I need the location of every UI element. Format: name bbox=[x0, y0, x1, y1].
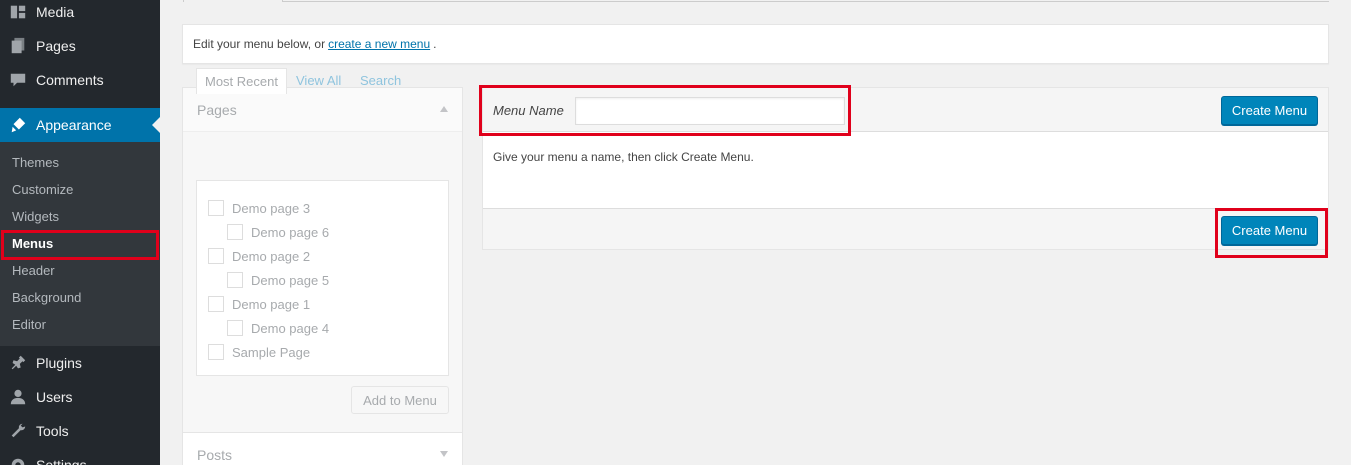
checkbox[interactable] bbox=[208, 296, 224, 312]
checkbox[interactable] bbox=[208, 200, 224, 216]
expand-arrow-icon[interactable] bbox=[440, 451, 448, 457]
menu-instructions: Give your menu a name, then click Create… bbox=[493, 150, 754, 164]
menu-editor-footer: Create Menu bbox=[483, 208, 1328, 249]
nav-tab-wrapper bbox=[183, 0, 1329, 2]
checkbox[interactable] bbox=[227, 272, 243, 288]
settings-icon bbox=[0, 456, 36, 465]
submenu-item-themes[interactable]: Themes bbox=[12, 153, 59, 173]
sidebar-item-media[interactable]: Media bbox=[0, 0, 160, 29]
manage-menus-notice: Edit your menu below, or create a new me… bbox=[182, 24, 1329, 64]
menu-editor: Menu Name Create Menu Give your menu a n… bbox=[482, 87, 1329, 250]
comments-icon bbox=[0, 71, 36, 89]
checkbox[interactable] bbox=[208, 248, 224, 264]
tab-view-all[interactable]: View All bbox=[296, 68, 341, 94]
nav-tab-edit[interactable] bbox=[183, 0, 283, 2]
submenu-item-editor[interactable]: Editor bbox=[12, 315, 46, 335]
media-icon bbox=[0, 3, 36, 21]
list-item[interactable]: Demo page 5 bbox=[227, 271, 329, 289]
notice-text-end: . bbox=[433, 37, 437, 51]
checkbox[interactable] bbox=[227, 320, 243, 336]
tools-icon bbox=[0, 422, 36, 440]
create-menu-button-top[interactable]: Create Menu bbox=[1221, 96, 1318, 125]
plugins-icon bbox=[0, 354, 36, 372]
submenu-item-header[interactable]: Header bbox=[12, 261, 55, 281]
list-item[interactable]: Demo page 3 bbox=[208, 199, 310, 217]
posts-metabox-title: Posts bbox=[197, 447, 233, 463]
create-menu-button-bottom[interactable]: Create Menu bbox=[1221, 216, 1318, 245]
notice-text: Edit your menu below, or bbox=[193, 37, 326, 51]
menu-editor-header: Menu Name Create Menu bbox=[483, 88, 1328, 132]
list-item[interactable]: Demo page 6 bbox=[227, 223, 329, 241]
tab-most-recent[interactable]: Most Recent bbox=[196, 68, 287, 94]
list-item[interactable]: Demo page 2 bbox=[208, 247, 310, 265]
menu-name-label: Menu Name bbox=[493, 103, 564, 118]
list-item[interactable]: Demo page 4 bbox=[227, 319, 329, 337]
submenu-item-customize[interactable]: Customize bbox=[12, 180, 73, 200]
pages-metabox-title: Pages bbox=[197, 102, 237, 118]
add-to-menu-button[interactable]: Add to Menu bbox=[351, 386, 449, 414]
admin-sidebar: Media Pages Comments Appearance Themes C… bbox=[0, 0, 160, 465]
collapse-arrow-icon[interactable] bbox=[440, 106, 448, 112]
sidebar-item-pages[interactable]: Pages bbox=[0, 29, 160, 63]
users-icon bbox=[0, 388, 36, 406]
submenu-item-widgets[interactable]: Widgets bbox=[12, 207, 59, 227]
checkbox[interactable] bbox=[208, 344, 224, 360]
appearance-icon bbox=[0, 116, 36, 134]
menu-editor-body: Give your menu a name, then click Create… bbox=[483, 132, 1328, 208]
sidebar-item-comments[interactable]: Comments bbox=[0, 63, 160, 97]
sidebar-item-settings[interactable]: Settings bbox=[0, 448, 160, 465]
current-menu-arrow bbox=[152, 117, 160, 133]
submenu-item-menus[interactable]: Menus bbox=[12, 234, 53, 254]
menu-name-input[interactable] bbox=[575, 97, 845, 125]
tab-search[interactable]: Search bbox=[360, 68, 401, 94]
posts-metabox[interactable]: Posts bbox=[182, 432, 463, 465]
sidebar-item-plugins[interactable]: Plugins bbox=[0, 346, 160, 380]
sidebar-item-users[interactable]: Users bbox=[0, 380, 160, 414]
sidebar-item-appearance[interactable]: Appearance bbox=[0, 108, 160, 142]
list-item[interactable]: Sample Page bbox=[208, 343, 310, 361]
submenu-item-background[interactable]: Background bbox=[12, 288, 81, 308]
list-item[interactable]: Demo page 1 bbox=[208, 295, 310, 313]
checkbox[interactable] bbox=[227, 224, 243, 240]
sidebar-item-tools[interactable]: Tools bbox=[0, 414, 160, 448]
create-new-menu-link[interactable]: create a new menu bbox=[328, 37, 430, 51]
pages-icon bbox=[0, 37, 36, 55]
appearance-submenu: Themes Customize Widgets Menus Header Ba… bbox=[0, 142, 160, 346]
